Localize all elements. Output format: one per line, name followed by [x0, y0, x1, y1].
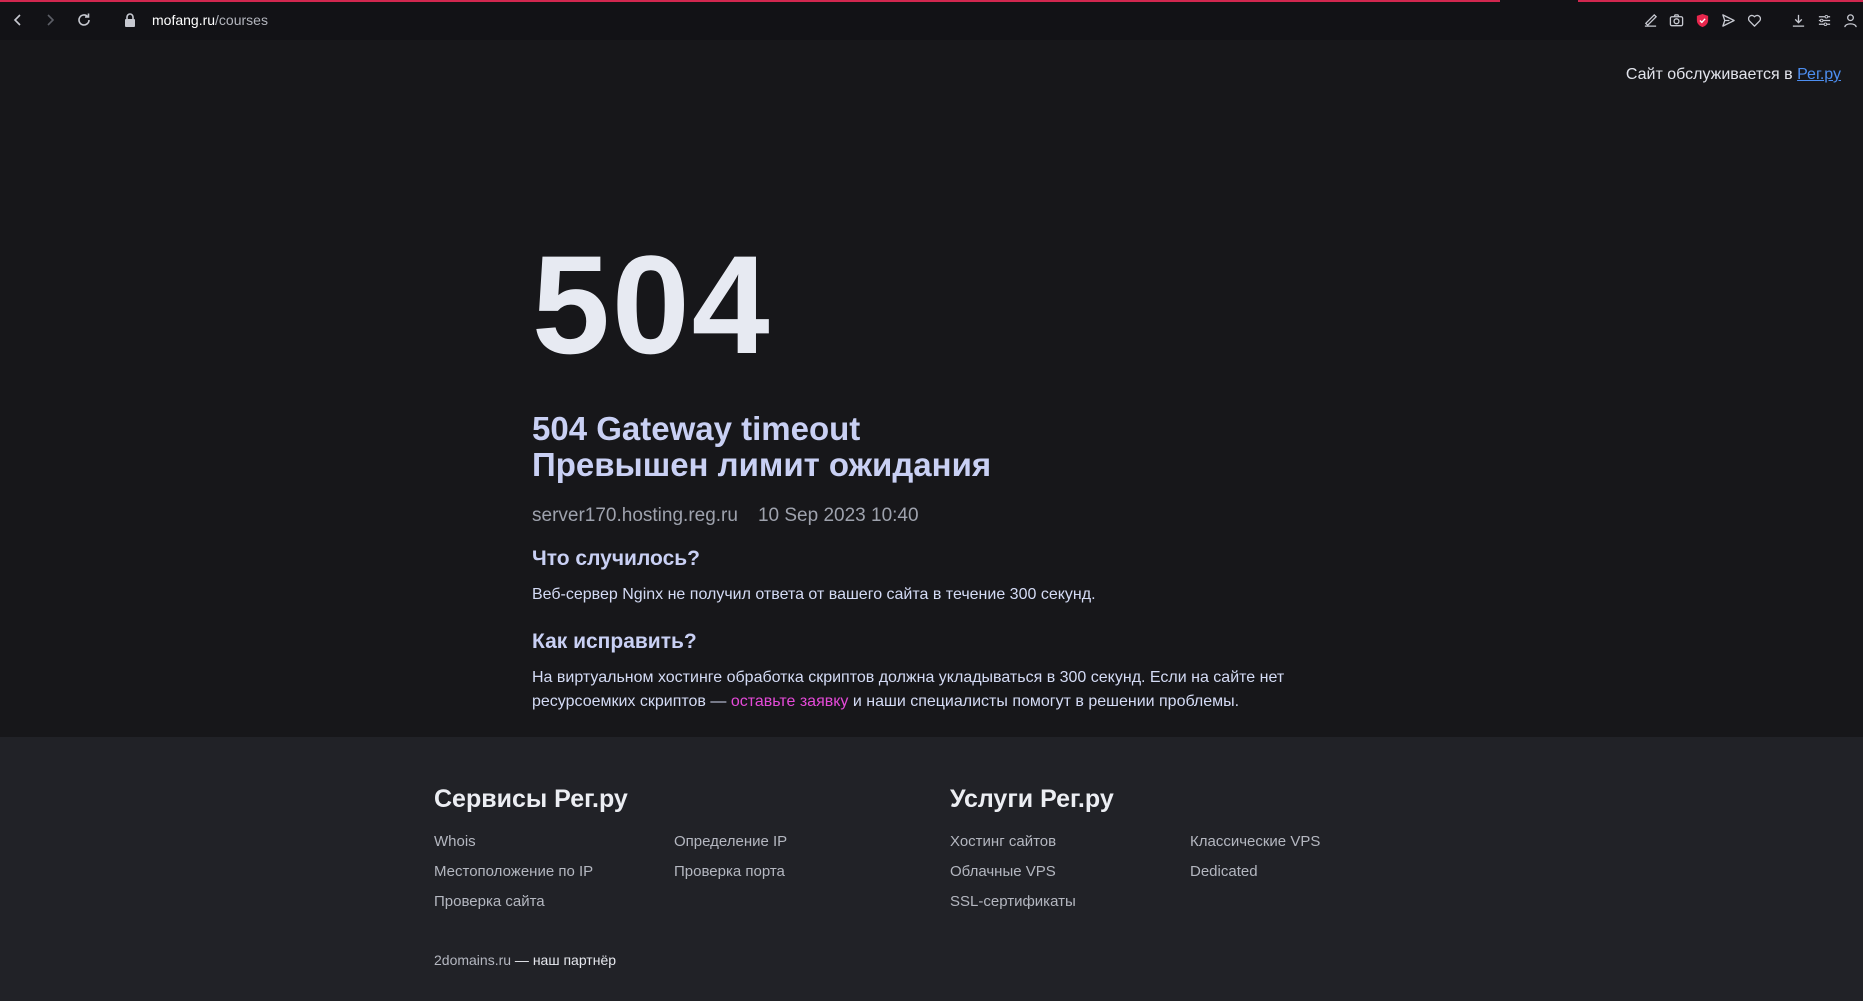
offers-heading: Услуги Рег.ру [950, 785, 1114, 813]
what-happened-text: Веб-сервер Nginx не получил ответа от ва… [532, 586, 1096, 603]
footer-link-port-check[interactable]: Проверка порта [674, 863, 785, 880]
footer-link-hosting[interactable]: Хостинг сайтов [950, 833, 1056, 850]
how-to-fix-text: На виртуальном хостинге обработка скрипт… [532, 666, 1312, 714]
services-column: Сервисы Рег.ру [434, 785, 628, 814]
how-to-fix-text-end: и наши специалисты помогут в решении про… [848, 693, 1240, 710]
served-by-text: Сайт обслуживается в [1625, 66, 1798, 83]
footer-link-dedicated[interactable]: Dedicated [1190, 863, 1258, 880]
share-button[interactable] [1641, 11, 1659, 29]
share-icon [1644, 13, 1657, 27]
error-title-ru: Превышен лимит ожидания [532, 446, 992, 483]
how-to-fix-heading: Как исправить? [532, 630, 697, 653]
footer: Сервисы Рег.ру Whois Местоположение по I… [0, 737, 1863, 1001]
loading-progress-bar [0, 0, 1500, 2]
snapshot-button[interactable] [1667, 11, 1685, 29]
send-icon [1721, 13, 1735, 27]
error-title: 504 Gateway timeout Превышен лимит ожида… [532, 411, 1352, 483]
reload-button[interactable] [72, 8, 96, 32]
lock-icon [125, 13, 135, 27]
browser-toolbar: mofang.ru/courses [0, 0, 1863, 40]
url-host: mofang.ru [152, 12, 216, 28]
what-happened-heading: Что случилось? [532, 547, 700, 570]
error-meta: server170.hosting.reg.ru 10 Sep 2023 10:4… [532, 505, 919, 527]
footer-link-site-check[interactable]: Проверка сайта [434, 893, 545, 910]
error-code: 504 [532, 226, 772, 383]
partner-note: 2domains.ru — наш партнёр [434, 952, 616, 968]
favorites-button[interactable] [1745, 11, 1763, 29]
regru-link[interactable]: Рег.ру [1797, 66, 1841, 83]
server-name: server170.hosting.reg.ru [532, 505, 738, 526]
footer-link-ip-location[interactable]: Местоположение по IP [434, 863, 593, 880]
forward-button[interactable] [38, 8, 62, 32]
footer-link-ssl[interactable]: SSL-сертификаты [950, 893, 1076, 910]
submit-request-link[interactable]: оставьте заявку [731, 693, 849, 710]
user-icon [1843, 13, 1857, 27]
partner-suffix: — наш партнёр [511, 952, 617, 968]
chevron-left-icon [13, 14, 21, 26]
downloads-button[interactable] [1789, 11, 1807, 29]
footer-link-ip-lookup[interactable]: Определение IP [674, 833, 787, 850]
shield-icon [1696, 13, 1708, 27]
chevron-right-icon [47, 14, 55, 26]
footer-link-classic-vps[interactable]: Классические VPS [1190, 833, 1320, 850]
profile-button[interactable] [1841, 11, 1859, 29]
address-bar[interactable]: mofang.ru/courses [124, 9, 924, 31]
offers-column: Услуги Рег.ру [950, 785, 1114, 814]
easy-setup-button[interactable] [1815, 11, 1833, 29]
loading-progress-bar-tail [1578, 0, 1863, 2]
heart-icon [1747, 14, 1761, 27]
footer-link-whois[interactable]: Whois [434, 833, 476, 850]
send-button[interactable] [1719, 11, 1737, 29]
adblock-button[interactable] [1693, 11, 1711, 29]
reload-icon [78, 13, 90, 26]
error-datetime: 10 Sep 2023 10:40 [757, 505, 919, 526]
services-heading: Сервисы Рег.ру [434, 785, 628, 813]
footer-link-cloud-vps[interactable]: Облачные VPS [950, 863, 1056, 880]
camera-icon [1669, 13, 1683, 26]
browser-tools [1641, 8, 1863, 32]
sliders-icon [1818, 14, 1830, 26]
partner-link[interactable]: 2domains.ru [434, 952, 511, 968]
served-by-notice: Сайт обслуживается в Рег.ру [1626, 66, 1841, 84]
download-icon [1792, 14, 1804, 27]
error-page: Сайт обслуживается в Рег.ру 504 504 Gate… [0, 40, 1863, 737]
url-path: /courses [215, 12, 268, 28]
error-title-en: 504 Gateway timeout [532, 410, 861, 447]
back-button[interactable] [6, 8, 30, 32]
